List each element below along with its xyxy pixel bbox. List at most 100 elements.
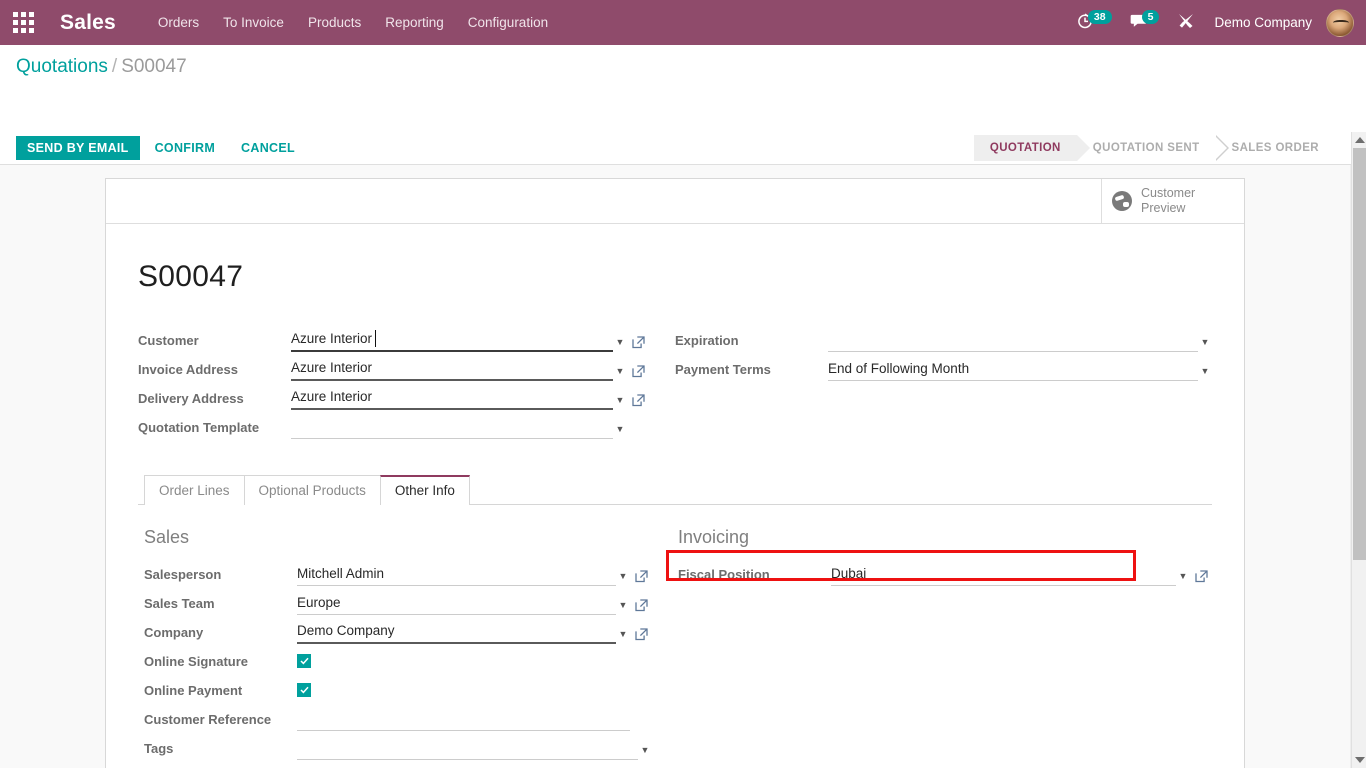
field-customer-reference-label: Customer Reference (144, 712, 272, 727)
field-group-left: Customer ▼ (138, 324, 675, 440)
field-delivery-address-label: Delivery Address (138, 391, 244, 406)
field-online-signature-label: Online Signature (144, 654, 249, 669)
invoicing-group: Invoicing Fiscal Position ▼ (678, 527, 1212, 761)
status-quotation-sent[interactable]: QUOTATION SENT (1077, 135, 1229, 161)
payment-terms-dropdown-caret-icon[interactable]: ▼ (1198, 366, 1212, 381)
breadcrumb-separator: / (111, 56, 118, 77)
menu-item-reporting[interactable]: Reporting (373, 0, 456, 45)
debug-tools-menu[interactable] (1168, 12, 1204, 33)
tags-input[interactable] (297, 736, 638, 760)
expiration-input[interactable] (828, 328, 1198, 352)
online-payment-checkbox[interactable] (297, 683, 311, 697)
delivery-address-dropdown-caret-icon[interactable]: ▼ (613, 395, 627, 410)
sales-group: Sales Salesperson ▼ (144, 527, 678, 761)
fiscal-position-dropdown-caret-icon[interactable]: ▼ (1176, 571, 1190, 586)
invoice-address-internal-link-icon[interactable] (627, 365, 649, 381)
text-cursor (375, 330, 376, 347)
other-info-pane: Sales Salesperson ▼ (138, 505, 1212, 761)
online-signature-checkbox[interactable] (297, 654, 311, 668)
breadcrumb: Quotations / S00047 (16, 56, 187, 78)
field-quotation-template-label: Quotation Template (138, 420, 260, 435)
field-group-right: Expiration ▼ Payment Terms ▼ (675, 324, 1212, 440)
field-company-label: Company (144, 625, 204, 640)
field-customer-label: Customer (138, 333, 199, 348)
breadcrumb-quotations[interactable]: Quotations (16, 56, 108, 77)
menu-item-orders[interactable]: Orders (146, 0, 211, 45)
field-quotation-template: Quotation Template ▼ (138, 411, 649, 439)
field-company: Company ▼ (144, 616, 652, 644)
field-online-payment-label: Online Payment (144, 683, 243, 698)
field-expiration: Expiration ▼ (675, 324, 1212, 352)
messages-menu[interactable]: 5 (1121, 9, 1169, 31)
company-input[interactable] (297, 620, 616, 644)
quotation-template-input[interactable] (291, 415, 613, 439)
triangle-up-icon[interactable] (1352, 132, 1366, 148)
field-customer-reference: Customer Reference (144, 703, 652, 731)
payment-terms-input[interactable] (828, 357, 1198, 381)
app-brand-sales[interactable]: Sales (60, 11, 116, 35)
sales-team-input[interactable] (297, 591, 616, 615)
vertical-scrollbar[interactable] (1351, 132, 1366, 768)
customer-input[interactable] (291, 328, 613, 352)
customer-preview-line1: Customer (1141, 186, 1196, 200)
tab-optional-products[interactable]: Optional Products (243, 475, 381, 505)
expiration-dropdown-caret-icon[interactable]: ▼ (1198, 337, 1212, 352)
cancel-button[interactable]: CANCEL (230, 136, 306, 160)
top-navbar: Sales Orders To Invoice Products Reporti… (0, 0, 1366, 45)
customer-internal-link-icon[interactable] (627, 336, 649, 352)
activities-menu[interactable]: 38 (1068, 9, 1121, 32)
customer-reference-input[interactable] (297, 707, 630, 731)
status-sales-order[interactable]: SALES ORDER (1216, 135, 1335, 161)
triangle-down-icon[interactable] (1352, 752, 1366, 768)
field-salesperson: Salesperson ▼ (144, 558, 652, 586)
form-view-background: Customer Preview S00047 Customer Azure I… (0, 165, 1351, 768)
customer-preview-label: Customer Preview (1141, 186, 1195, 216)
send-by-email-button[interactable]: SEND BY EMAIL (16, 136, 140, 160)
tab-order-lines[interactable]: Order Lines (144, 475, 245, 505)
status-quotation[interactable]: QUOTATION (973, 135, 1090, 161)
scrollbar-thumb[interactable] (1353, 148, 1366, 560)
field-expiration-label: Expiration (675, 333, 739, 348)
field-fiscal-position-label: Fiscal Position (678, 567, 770, 582)
field-tags: Tags ▼ (144, 732, 652, 760)
tab-order-lines-label: Order Lines (159, 483, 230, 498)
breadcrumb-current-record: S00047 (121, 56, 187, 77)
fiscal-position-internal-link-icon[interactable] (1190, 570, 1212, 586)
sales-team-dropdown-caret-icon[interactable]: ▼ (616, 600, 630, 615)
tags-dropdown-caret-icon[interactable]: ▼ (638, 745, 652, 760)
main-field-groups: Customer ▼ (138, 324, 1212, 440)
status-quotation-sent-label: QUOTATION SENT (1092, 142, 1200, 154)
fiscal-position-input[interactable] (831, 562, 1176, 586)
salesperson-input[interactable] (297, 562, 616, 586)
delivery-address-internal-link-icon[interactable] (627, 394, 649, 410)
customer-preview-button[interactable]: Customer Preview (1101, 179, 1244, 223)
invoice-address-dropdown-caret-icon[interactable]: ▼ (613, 366, 627, 381)
quotation-template-dropdown-caret-icon[interactable]: ▼ (613, 424, 627, 439)
sales-team-internal-link-icon[interactable] (630, 599, 652, 615)
salesperson-internal-link-icon[interactable] (630, 570, 652, 586)
activities-count-badge: 38 (1087, 9, 1112, 24)
menu-item-configuration[interactable]: Configuration (456, 0, 560, 45)
tab-other-info[interactable]: Other Info (379, 475, 470, 506)
company-dropdown-caret-icon[interactable]: ▼ (616, 629, 630, 644)
invoice-address-input[interactable] (291, 357, 613, 381)
company-switcher[interactable]: Demo Company (1204, 15, 1322, 30)
field-online-payment: Online Payment (144, 674, 652, 702)
delivery-address-input[interactable] (291, 386, 613, 410)
menu-item-products[interactable]: Products (296, 0, 373, 45)
navbar-systray: 38 5 Demo Company (1068, 0, 1366, 45)
tab-other-info-label: Other Info (394, 483, 455, 498)
field-sales-team: Sales Team ▼ (144, 587, 652, 615)
confirm-button[interactable]: CONFIRM (144, 136, 226, 160)
salesperson-dropdown-caret-icon[interactable]: ▼ (616, 571, 630, 586)
avatar[interactable] (1326, 8, 1354, 37)
apps-grid-icon[interactable] (0, 0, 46, 45)
company-internal-link-icon[interactable] (630, 628, 652, 644)
invoicing-group-title: Invoicing (678, 527, 750, 547)
tab-optional-products-label: Optional Products (258, 483, 366, 498)
menu-item-to-invoice[interactable]: To Invoice (211, 0, 296, 45)
customer-dropdown-caret-icon[interactable]: ▼ (613, 337, 627, 352)
field-salesperson-label: Salesperson (144, 567, 222, 582)
workflow-buttons: SEND BY EMAIL CONFIRM CANCEL (16, 136, 306, 160)
field-payment-terms: Payment Terms ▼ (675, 353, 1212, 381)
